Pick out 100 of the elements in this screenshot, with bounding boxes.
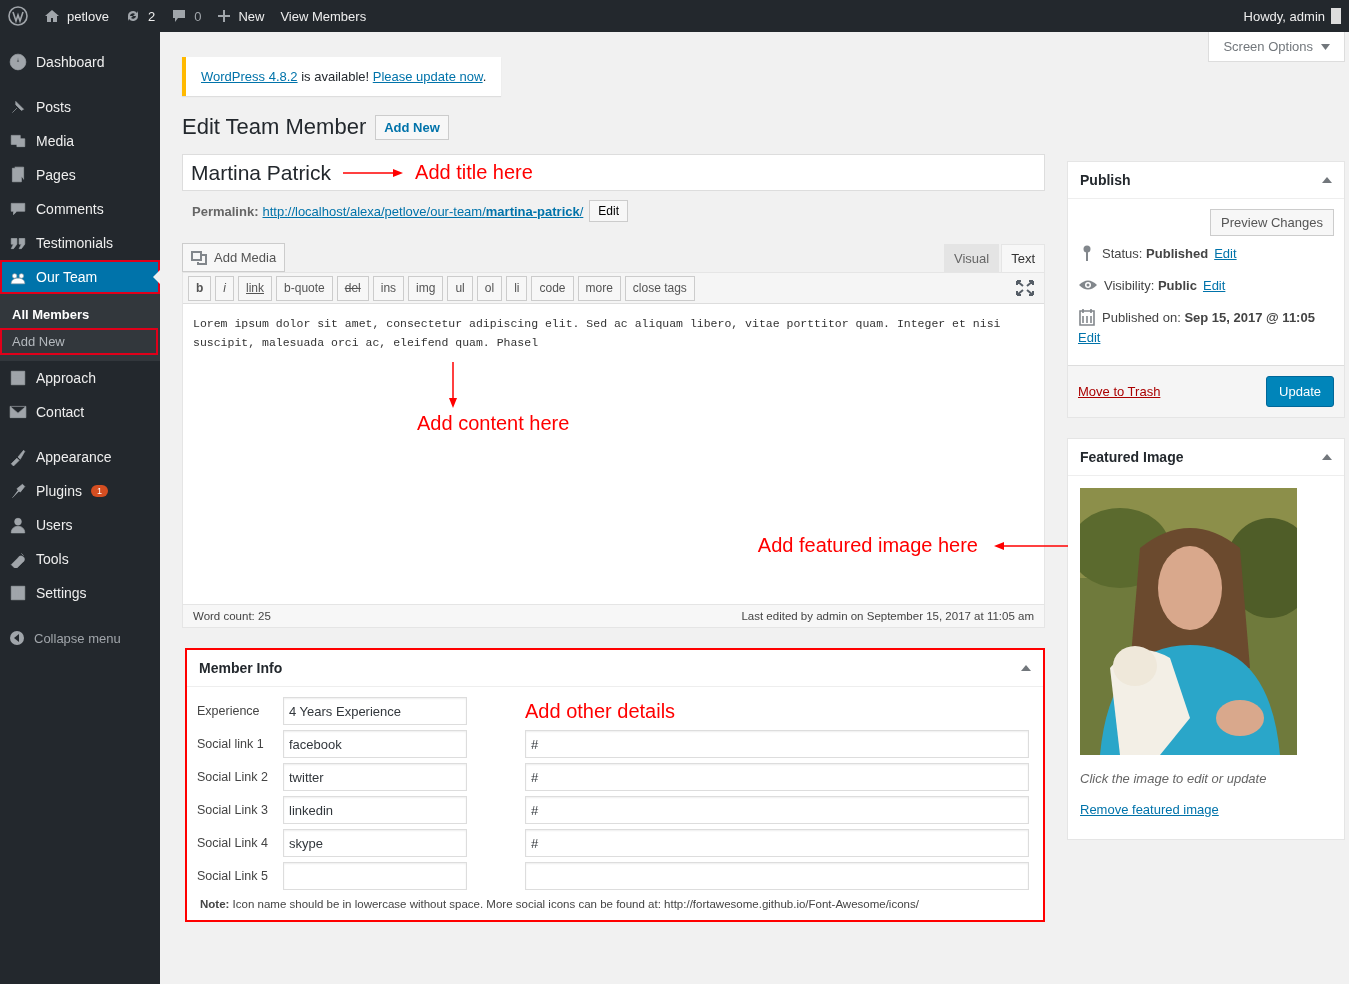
menu-icon: [9, 448, 27, 466]
annotation-arrow: [343, 167, 404, 178]
menu-item[interactable]: Posts: [0, 90, 160, 124]
menu-item[interactable]: Dashboard: [0, 45, 160, 79]
hint-text: Click the image to edit or update: [1080, 771, 1268, 786]
site-name-link[interactable]: petlove: [44, 8, 109, 24]
annotation-text: Add content here: [417, 412, 570, 435]
format-button[interactable]: close tags: [624, 275, 695, 301]
icon-name-field[interactable]: twitter: [283, 763, 467, 791]
menu-item[interactable]: Contact: [0, 395, 160, 429]
url-field[interactable]: #: [525, 796, 1029, 824]
icon-name-field[interactable]: facebook: [283, 730, 467, 758]
updates-link[interactable]: 2: [124, 8, 156, 24]
format-button[interactable]: i: [215, 275, 234, 301]
editor-tab[interactable]: Text: [1001, 244, 1045, 272]
format-button[interactable]: ins: [372, 275, 405, 301]
wordpress-logo-icon[interactable]: [8, 6, 28, 26]
url-field[interactable]: #: [525, 829, 1029, 857]
url-field[interactable]: #: [525, 730, 1029, 758]
fullscreen-icon[interactable]: [1016, 280, 1034, 296]
editor-tab[interactable]: Visual: [943, 244, 1000, 272]
field-label: Social Link 3: [197, 803, 269, 817]
add-media-button[interactable]: Add Media: [182, 243, 286, 272]
notice-text: is available!: [300, 69, 371, 84]
menu-item[interactable]: Settings: [0, 576, 160, 610]
count-badge: 1: [90, 485, 108, 497]
publish-info: Visibility: Public: [1104, 277, 1197, 293]
icon-name-field[interactable]: [283, 862, 467, 890]
permalink-label: Permalink:: [192, 203, 259, 219]
url-field[interactable]: [525, 862, 1029, 890]
menu-item[interactable]: Users: [0, 508, 160, 542]
menu-icon: [9, 166, 27, 184]
panel-title: Featured Image: [1080, 449, 1184, 465]
menu-item[interactable]: Appearance: [0, 440, 160, 474]
menu-icon: [9, 516, 27, 534]
collapse-icon[interactable]: [1322, 454, 1332, 460]
annotation-arrow: [448, 362, 459, 408]
icon-name-field[interactable]: 4 Years Experience: [283, 697, 467, 725]
format-button[interactable]: img: [408, 275, 444, 301]
format-button[interactable]: code: [531, 275, 574, 301]
menu-icon: [9, 369, 27, 387]
avatar-icon: [1331, 8, 1341, 24]
word-count: Word count: 25: [193, 610, 271, 622]
format-button[interactable]: ol: [476, 275, 503, 301]
home-icon: [44, 8, 60, 24]
calendar-icon: [1078, 308, 1096, 326]
menu-item[interactable]: Approach: [0, 361, 160, 395]
format-button[interactable]: b: [188, 275, 212, 301]
annotation-text: Add title here: [415, 161, 533, 184]
format-button[interactable]: del: [336, 275, 369, 301]
new-link[interactable]: New: [217, 8, 265, 24]
collapse-icon[interactable]: [1021, 665, 1031, 671]
preview-changes-button[interactable]: Preview Changes: [1210, 209, 1334, 236]
menu-icon: [9, 482, 27, 500]
format-button[interactable]: b-quote: [276, 275, 333, 301]
menu-item[interactable]: Tools: [0, 542, 160, 576]
view-members-link[interactable]: View Members: [280, 8, 367, 24]
icon-name-field[interactable]: linkedin: [283, 796, 467, 824]
last-edited-text: Last edited by admin on September 15, 2017 at 11:05 am: [741, 610, 1034, 622]
permalink-link[interactable]: http://localhost/alexa/petlove/our-team/martina-patrick/: [262, 203, 584, 219]
edit-link[interactable]: Edit: [1078, 330, 1334, 345]
publish-info: Published on: Sep 15, 2017 @ 11:05: [1102, 309, 1315, 325]
add-new-button[interactable]: Add New: [375, 114, 449, 140]
note-text: Note: Icon name should be in lowercase without space. More social icons can be found at: http://fortawesome.github.io/Font-Awesome/icons/: [200, 898, 920, 910]
menu-icon: [9, 584, 27, 602]
update-link[interactable]: WordPress 4.8.2: [201, 69, 298, 84]
title-field[interactable]: Martina Patrick Add title here: [182, 154, 1045, 191]
format-button[interactable]: li: [506, 275, 528, 301]
menu-item[interactable]: Media: [0, 124, 160, 158]
menu-item[interactable]: Plugins 1: [0, 474, 160, 508]
screen-options-button[interactable]: Screen Options: [1208, 32, 1345, 62]
field-label: Social Link 2: [197, 770, 269, 784]
remove-image-link[interactable]: Remove featured image: [1080, 802, 1219, 817]
comment-icon: [171, 8, 188, 24]
comments-link[interactable]: 0: [171, 8, 202, 24]
format-button[interactable]: link: [238, 275, 273, 301]
menu-item[interactable]: Our Team: [0, 260, 160, 294]
update-button[interactable]: Update: [1266, 376, 1334, 407]
collapse-menu-button[interactable]: Collapse menu: [0, 621, 160, 655]
format-button[interactable]: ul: [447, 275, 473, 301]
edit-link[interactable]: Edit: [1214, 245, 1237, 261]
menu-item[interactable]: Pages: [0, 158, 160, 192]
format-button[interactable]: more: [577, 275, 621, 301]
menu-icon: [9, 53, 27, 71]
move-to-trash-link[interactable]: Move to Trash: [1078, 384, 1161, 399]
url-field[interactable]: #: [525, 763, 1029, 791]
collapse-icon[interactable]: [1322, 177, 1332, 183]
edit-permalink-button[interactable]: Edit: [589, 200, 628, 222]
submenu-item[interactable]: Add New: [0, 328, 158, 355]
submenu-item[interactable]: All Members: [0, 301, 158, 328]
menu-item[interactable]: Testimonials: [0, 226, 160, 260]
annotation-text: Add featured image here: [757, 534, 978, 557]
account-link[interactable]: Howdy, admin: [1243, 8, 1341, 24]
menu-item[interactable]: Comments: [0, 192, 160, 226]
edit-link[interactable]: Edit: [1202, 277, 1226, 293]
content-text[interactable]: Lorem ipsum dolor sit amet, consectetur adipiscing elit. Sed ac aliquam libero, vitae porttitor quam. Integer et nisi suscipit, malesuada orci ac, eleifend quam. Phasel: [183, 304, 1044, 362]
update-link[interactable]: Please update now: [372, 69, 483, 84]
media-icon: [191, 249, 209, 266]
icon-name-field[interactable]: skype: [283, 829, 467, 857]
menu-icon: [9, 200, 27, 218]
